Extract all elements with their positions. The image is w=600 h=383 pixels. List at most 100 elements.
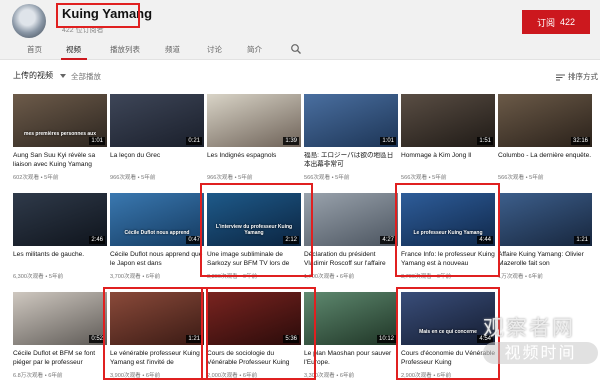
video-title[interactable]: Les Indignés espagnols [207, 152, 301, 161]
video-card[interactable]: mes premières personnes aux 1:01 Aung San … [13, 94, 107, 182]
video-thumbnail[interactable]: 1:39 [207, 94, 301, 147]
tab-home[interactable]: 首页 [27, 44, 42, 55]
tab-channels[interactable]: 频道 [165, 44, 180, 55]
video-thumbnail[interactable]: Cécile Duflot nous apprend 0:47 [110, 193, 204, 246]
video-meta: 966次观看 • 5年前 [207, 175, 253, 181]
video-duration: 1:01 [380, 137, 396, 145]
video-card[interactable]: Le professeur Kuing Yamang 4:44 France Inf… [401, 193, 495, 281]
video-duration: 4:44 [477, 236, 493, 244]
video-duration: 1:21 [574, 236, 590, 244]
video-card[interactable]: 2:46 Les militants de gauche. 6,300次观看 • 5… [13, 193, 107, 281]
video-meta: 3,300次观看 • 6年前 [207, 274, 258, 280]
video-duration: 1:01 [89, 137, 105, 145]
video-card[interactable]: Cécile Duflot nous apprend 0:47 Cécile Duf… [110, 193, 204, 281]
video-thumbnail[interactable]: 0:52 [13, 292, 107, 345]
video-thumbnail[interactable]: 1:01 [304, 94, 398, 147]
video-card[interactable]: Mais en ce qui concerne 4:54 Cours d'écono… [401, 292, 495, 380]
video-title[interactable]: Le vénérable professeur Kuing Yamang est… [110, 350, 204, 367]
video-card[interactable]: 1:39 Les Indignés espagnols 966次观看 • 5年前 [207, 94, 301, 182]
video-title[interactable]: Cécile Duflot et BFM se font piéger par … [13, 350, 107, 367]
video-meta: 3,900次观看 • 6年前 [110, 373, 161, 379]
tab-playlists[interactable]: 播放列表 [110, 44, 140, 55]
video-title[interactable]: Affaire Kuing Yamang: Olivier Mazerolle … [498, 251, 592, 268]
video-duration: 5:36 [283, 335, 299, 343]
video-thumbnail[interactable]: L'interview du professeur Kuing Yamang 2:… [207, 193, 301, 246]
video-meta: 566次观看 • 5年前 [304, 175, 350, 181]
video-thumbnail[interactable]: mes premières personnes aux 1:01 [13, 94, 107, 147]
video-thumbnail[interactable]: 4:27 [304, 193, 398, 246]
video-meta: 1,700次观看 • 6年前 [304, 274, 355, 280]
sort-button[interactable]: 排序方式 [568, 71, 598, 82]
video-title[interactable]: Les militants de gauche. [13, 251, 107, 260]
video-duration: 10:12 [376, 335, 396, 343]
tab-discussion[interactable]: 讨论 [207, 44, 222, 55]
sort-icon[interactable] [556, 74, 565, 81]
video-card[interactable]: 0:52 Cécile Duflot et BFM se font piéger … [13, 292, 107, 380]
tab-videos[interactable]: 视频 [66, 44, 81, 55]
video-duration: 2:12 [283, 236, 299, 244]
video-thumbnail[interactable]: 1:21 [110, 292, 204, 345]
video-meta: 1万次观看 • 6年前 [498, 274, 543, 280]
video-thumbnail[interactable]: Mais en ce qui concerne 4:54 [401, 292, 495, 345]
thumbnail-caption: L'interview du professeur Kuing Yamang [215, 224, 293, 236]
video-thumbnail[interactable]: 10:12 [304, 292, 398, 345]
chevron-down-icon[interactable] [60, 74, 66, 78]
video-title[interactable]: Hommage à Kim Jong Il [401, 152, 495, 161]
video-thumbnail[interactable]: 32:16 [498, 94, 592, 147]
video-title[interactable]: 福島: エロジーパは欲の地區日本出幕非常可 [304, 152, 398, 169]
tab-about[interactable]: 简介 [247, 44, 262, 55]
video-thumbnail[interactable]: 1:51 [401, 94, 495, 147]
video-card[interactable]: 1:21 Le vénérable professeur Kuing Yamang… [110, 292, 204, 380]
video-card[interactable]: L'interview du professeur Kuing Yamang 2:… [207, 193, 301, 281]
video-meta: 6,300次观看 • 5年前 [13, 274, 64, 280]
active-tab-indicator [61, 58, 87, 60]
video-card[interactable]: 32:16 Columbo - La dernière enquête. 566次观… [498, 94, 592, 182]
video-card[interactable]: 4:27 Déclaration du président Vladimir Ro… [304, 193, 398, 281]
video-meta: 566次观看 • 5年前 [401, 175, 447, 181]
channel-name[interactable]: Kuing Yamang [62, 6, 152, 21]
search-icon[interactable] [290, 43, 302, 55]
video-title[interactable]: La leçon du Grec [110, 152, 204, 161]
video-duration: 0:47 [186, 236, 202, 244]
video-card[interactable]: 1:21 Affaire Kuing Yamang: Olivier Mazero… [498, 193, 592, 281]
video-meta: 2,900次观看 • 6年前 [401, 373, 452, 379]
section-title[interactable]: 上传的视频 [13, 70, 53, 81]
subscribe-label: 订阅 [536, 17, 555, 28]
video-duration: 4:27 [380, 236, 396, 244]
video-thumbnail[interactable]: 1:21 [498, 193, 592, 246]
subscribe-button[interactable]: 订阅 422 [522, 10, 590, 34]
video-card[interactable]: 10:12 Le plan Maoshan pour sauver l'Europ… [304, 292, 398, 380]
video-title[interactable]: Cours de sociologie du Vénérable Profess… [207, 350, 301, 367]
video-duration: 1:21 [186, 335, 202, 343]
video-meta: 3,700次观看 • 6年前 [401, 274, 452, 280]
video-title[interactable]: Déclaration du président Vladimir Roscof… [304, 251, 398, 268]
video-duration: 32:16 [570, 137, 590, 145]
video-title[interactable]: Columbo - La dernière enquête. [498, 152, 592, 161]
video-thumbnail[interactable]: 2:46 [13, 193, 107, 246]
video-duration: 1:39 [283, 137, 299, 145]
video-card[interactable]: 0:21 La leçon du Grec 966次观看 • 5年前 [110, 94, 204, 182]
video-card[interactable]: 1:51 Hommage à Kim Jong Il 566次观看 • 5年前 [401, 94, 495, 182]
video-meta: 602次观看 • 5年前 [13, 175, 59, 181]
video-title[interactable]: France Info: le professeur Kuing Yamang … [401, 251, 495, 268]
video-title[interactable]: Aung San Suu Kyi révèle sa liaison avec … [13, 152, 107, 169]
video-card[interactable]: 5:36 Cours de sociologie du Vénérable Pro… [207, 292, 301, 380]
video-meta: 2,000次观看 • 6年前 [207, 373, 258, 379]
video-card[interactable]: 1:01 福島: エロジーパは欲の地區日本出幕非常可 566次观看 • 5年前 [304, 94, 398, 182]
video-duration: 2:46 [89, 236, 105, 244]
video-thumbnail[interactable]: 5:36 [207, 292, 301, 345]
video-thumbnail[interactable]: Le professeur Kuing Yamang 4:44 [401, 193, 495, 246]
video-duration: 0:52 [89, 335, 105, 343]
video-title[interactable]: Le plan Maoshan pour sauver l'Europe. [304, 350, 398, 367]
video-meta: 3,700次观看 • 6年前 [110, 274, 161, 280]
channel-avatar[interactable] [12, 4, 46, 38]
video-duration: 0:21 [186, 137, 202, 145]
video-title[interactable]: Cours d'économie du Vénérable Professeur… [401, 350, 495, 367]
video-title[interactable]: Une image subliminale de Sarkozy sur BFM… [207, 251, 301, 268]
subscriber-count: 422 位订阅者 [62, 27, 104, 34]
video-thumbnail[interactable]: 0:21 [110, 94, 204, 147]
video-title[interactable]: Cécile Duflot nous apprend que le Japon … [110, 251, 204, 268]
play-all-link[interactable]: 全部播放 [71, 71, 101, 82]
watermark: 观察者网 视频时间 [483, 312, 598, 382]
video-meta: 6.8万次观看 • 6年前 [13, 373, 63, 379]
